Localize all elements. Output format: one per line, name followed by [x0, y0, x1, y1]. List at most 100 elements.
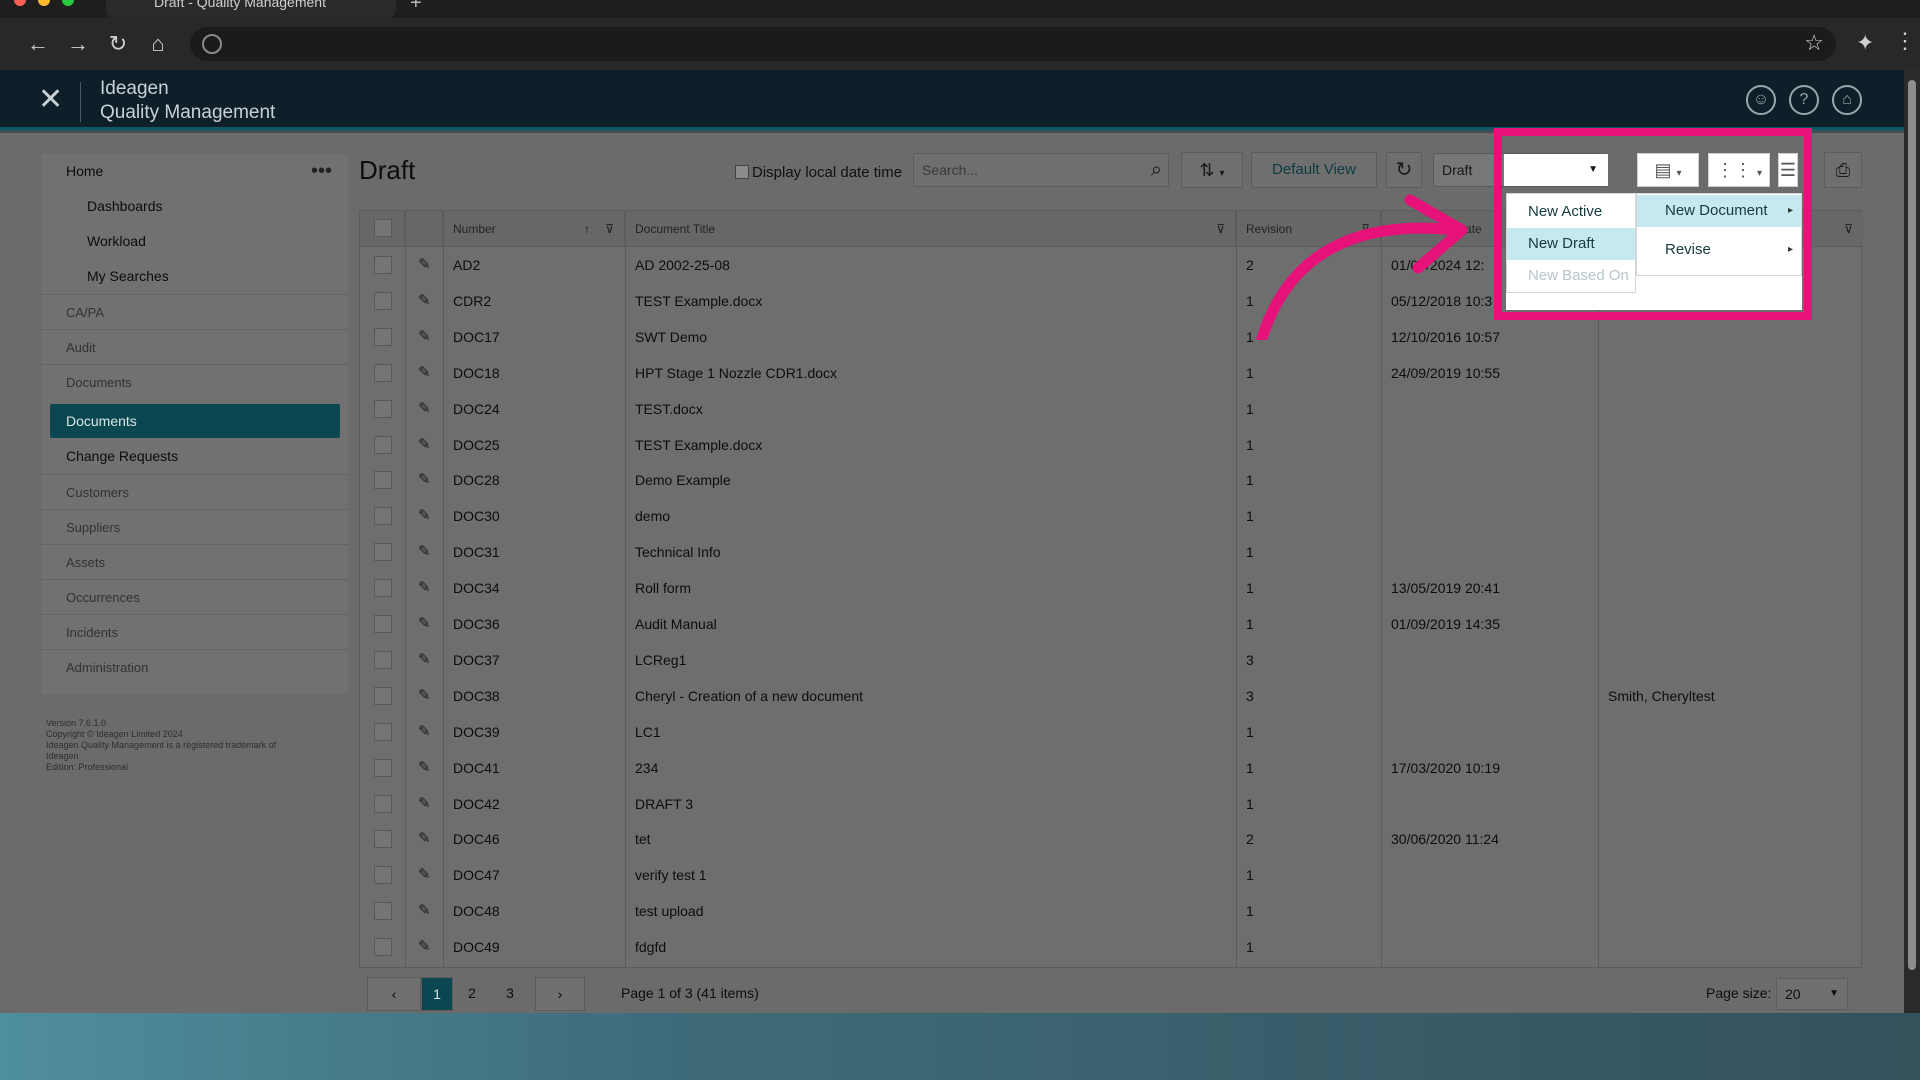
edit-pencil-icon[interactable]: ✎: [418, 570, 431, 606]
browser-tab[interactable]: Draft - Quality Management: [106, 0, 396, 18]
forward-icon[interactable]: →: [64, 30, 92, 58]
sidebar-item-ca-pa[interactable]: CA/PA: [42, 294, 348, 329]
row-checkbox[interactable]: [374, 291, 392, 310]
table-row[interactable]: ✎ DOC24 TEST.docx 1: [360, 391, 1863, 427]
table-row[interactable]: ✎ DOC17 SWT Demo 1 12/10/2016 10:57: [360, 319, 1863, 355]
table-row[interactable]: ✎ DOC25 TEST Example.docx 1: [360, 427, 1863, 463]
edit-pencil-icon[interactable]: ✎: [418, 929, 431, 965]
extensions-icon[interactable]: ✦: [1856, 30, 1874, 56]
edit-pencil-icon[interactable]: ✎: [418, 247, 431, 283]
row-checkbox[interactable]: [374, 866, 392, 885]
page-2-button[interactable]: 2: [453, 977, 491, 1011]
page-1-button[interactable]: 1: [421, 977, 453, 1011]
sidebar-item-home[interactable]: Home •••: [42, 154, 348, 189]
sidebar-item-dashboards[interactable]: Dashboards: [42, 189, 348, 224]
previous-page-button[interactable]: ‹: [367, 977, 421, 1011]
sidebar-item-workload[interactable]: Workload: [42, 224, 348, 259]
sidebar-item-customers[interactable]: Customers: [42, 474, 348, 509]
table-row[interactable]: ✎ DOC39 LC1 1: [360, 714, 1863, 750]
row-checkbox[interactable]: [374, 794, 392, 813]
filter-icon[interactable]: ⊽: [1216, 211, 1225, 247]
row-checkbox[interactable]: [374, 399, 392, 418]
filter-icon[interactable]: ⊽: [1844, 211, 1853, 247]
edit-pencil-icon[interactable]: ✎: [418, 857, 431, 893]
page-3-button[interactable]: 3: [491, 977, 529, 1011]
reload-icon[interactable]: ↻: [104, 30, 132, 58]
maximize-window-icon[interactable]: [62, 0, 74, 6]
table-row[interactable]: ✎ DOC37 LCReg1 3: [360, 642, 1863, 678]
edit-pencil-icon[interactable]: ✎: [418, 462, 431, 498]
row-checkbox[interactable]: [374, 435, 392, 454]
sidebar-item-my-searches[interactable]: My Searches: [42, 259, 348, 294]
row-checkbox[interactable]: [374, 471, 392, 490]
row-checkbox[interactable]: [374, 722, 392, 741]
table-row[interactable]: ✎ DOC49 fdgfd 1: [360, 929, 1863, 965]
edit-pencil-icon[interactable]: ✎: [418, 642, 431, 678]
refresh-icon[interactable]: ↻: [1386, 152, 1422, 188]
sidebar-item-documents[interactable]: Documents: [50, 404, 340, 438]
sort-options-button[interactable]: ⇅ ▾: [1181, 152, 1243, 188]
more-options-icon[interactable]: •••: [311, 154, 332, 189]
sidebar-item-incidents[interactable]: Incidents: [42, 614, 348, 649]
sidebar-item-audit[interactable]: Audit: [42, 329, 348, 364]
edit-pencil-icon[interactable]: ✎: [418, 606, 431, 642]
edit-pencil-icon[interactable]: ✎: [418, 427, 431, 463]
close-app-icon[interactable]: ✕: [38, 82, 63, 117]
table-row[interactable]: ✎ DOC31 Technical Info 1: [360, 534, 1863, 570]
scroll-thumb[interactable]: [1908, 80, 1916, 970]
edit-pencil-icon[interactable]: ✎: [418, 786, 431, 822]
row-checkbox[interactable]: [374, 830, 392, 849]
edit-pencil-icon[interactable]: ✎: [418, 534, 431, 570]
row-checkbox[interactable]: [374, 758, 392, 777]
back-icon[interactable]: ←: [24, 30, 52, 58]
address-bar[interactable]: ☆: [190, 27, 1836, 61]
row-checkbox[interactable]: [374, 543, 392, 562]
page-size-select[interactable]: 20 ▼: [1776, 978, 1848, 1010]
edit-pencil-icon[interactable]: ✎: [418, 319, 431, 355]
user-profile-icon[interactable]: ☺: [1746, 85, 1776, 115]
row-checkbox[interactable]: [374, 327, 392, 346]
table-row[interactable]: ✎ DOC41 234 1 17/03/2020 10:19: [360, 750, 1863, 786]
close-window-icon[interactable]: [14, 0, 26, 6]
home-app-icon[interactable]: ⌂: [1832, 85, 1862, 115]
table-row[interactable]: ✎ DOC47 verify test 1 1: [360, 857, 1863, 893]
edit-pencil-icon[interactable]: ✎: [418, 821, 431, 857]
column-header-title[interactable]: Document Title ⊽: [625, 211, 1236, 247]
bookmark-star-icon[interactable]: ☆: [1804, 30, 1824, 56]
sidebar-item-documents[interactable]: Documents: [42, 364, 348, 399]
edit-pencil-icon[interactable]: ✎: [418, 714, 431, 750]
filter-icon[interactable]: ⊽: [605, 211, 614, 247]
table-row[interactable]: ✎ DOC18 HPT Stage 1 Nozzle CDR1.docx 1 24/09…: [360, 355, 1863, 391]
table-row[interactable]: ✎ DOC46 tet 2 30/06/2020 11:24: [360, 821, 1863, 857]
page-scrollbar[interactable]: [1904, 70, 1920, 1013]
edit-pencil-icon[interactable]: ✎: [418, 678, 431, 714]
home-icon[interactable]: ⌂: [144, 30, 172, 58]
row-checkbox[interactable]: [374, 256, 392, 274]
row-checkbox[interactable]: [374, 579, 392, 598]
search-input[interactable]: Search... ⌕: [913, 153, 1169, 187]
new-tab-button[interactable]: +: [410, 0, 422, 15]
help-icon[interactable]: ?: [1789, 85, 1819, 115]
table-row[interactable]: ✎ DOC30 demo 1: [360, 498, 1863, 534]
row-checkbox[interactable]: [374, 507, 392, 526]
table-row[interactable]: ✎ DOC42 DRAFT 3 1: [360, 786, 1863, 822]
next-page-button[interactable]: ›: [535, 977, 585, 1011]
table-row[interactable]: ✎ DOC28 Demo Example 1: [360, 462, 1863, 498]
sidebar-item-change-requests[interactable]: Change Requests: [42, 439, 348, 474]
sort-ascending-icon[interactable]: ↑: [584, 211, 590, 247]
table-row[interactable]: ✎ DOC38 Cheryl - Creation of a new documen…: [360, 678, 1863, 714]
row-checkbox[interactable]: [374, 650, 392, 669]
row-checkbox[interactable]: [374, 686, 392, 705]
edit-pencil-icon[interactable]: ✎: [418, 391, 431, 427]
select-all-header[interactable]: [360, 211, 405, 247]
edit-pencil-icon[interactable]: ✎: [418, 750, 431, 786]
sidebar-item-assets[interactable]: Assets: [42, 544, 348, 579]
sidebar-item-occurrences[interactable]: Occurrences: [42, 579, 348, 614]
display-local-date-checkbox[interactable]: Display local date time: [735, 164, 902, 181]
row-checkbox[interactable]: [374, 363, 392, 382]
sidebar-item-suppliers[interactable]: Suppliers: [42, 509, 348, 544]
column-header-number[interactable]: Number ↑ ⊽: [443, 211, 625, 247]
row-checkbox[interactable]: [374, 902, 392, 921]
edit-pencil-icon[interactable]: ✎: [418, 283, 431, 319]
print-icon[interactable]: ⎙: [1824, 152, 1862, 188]
